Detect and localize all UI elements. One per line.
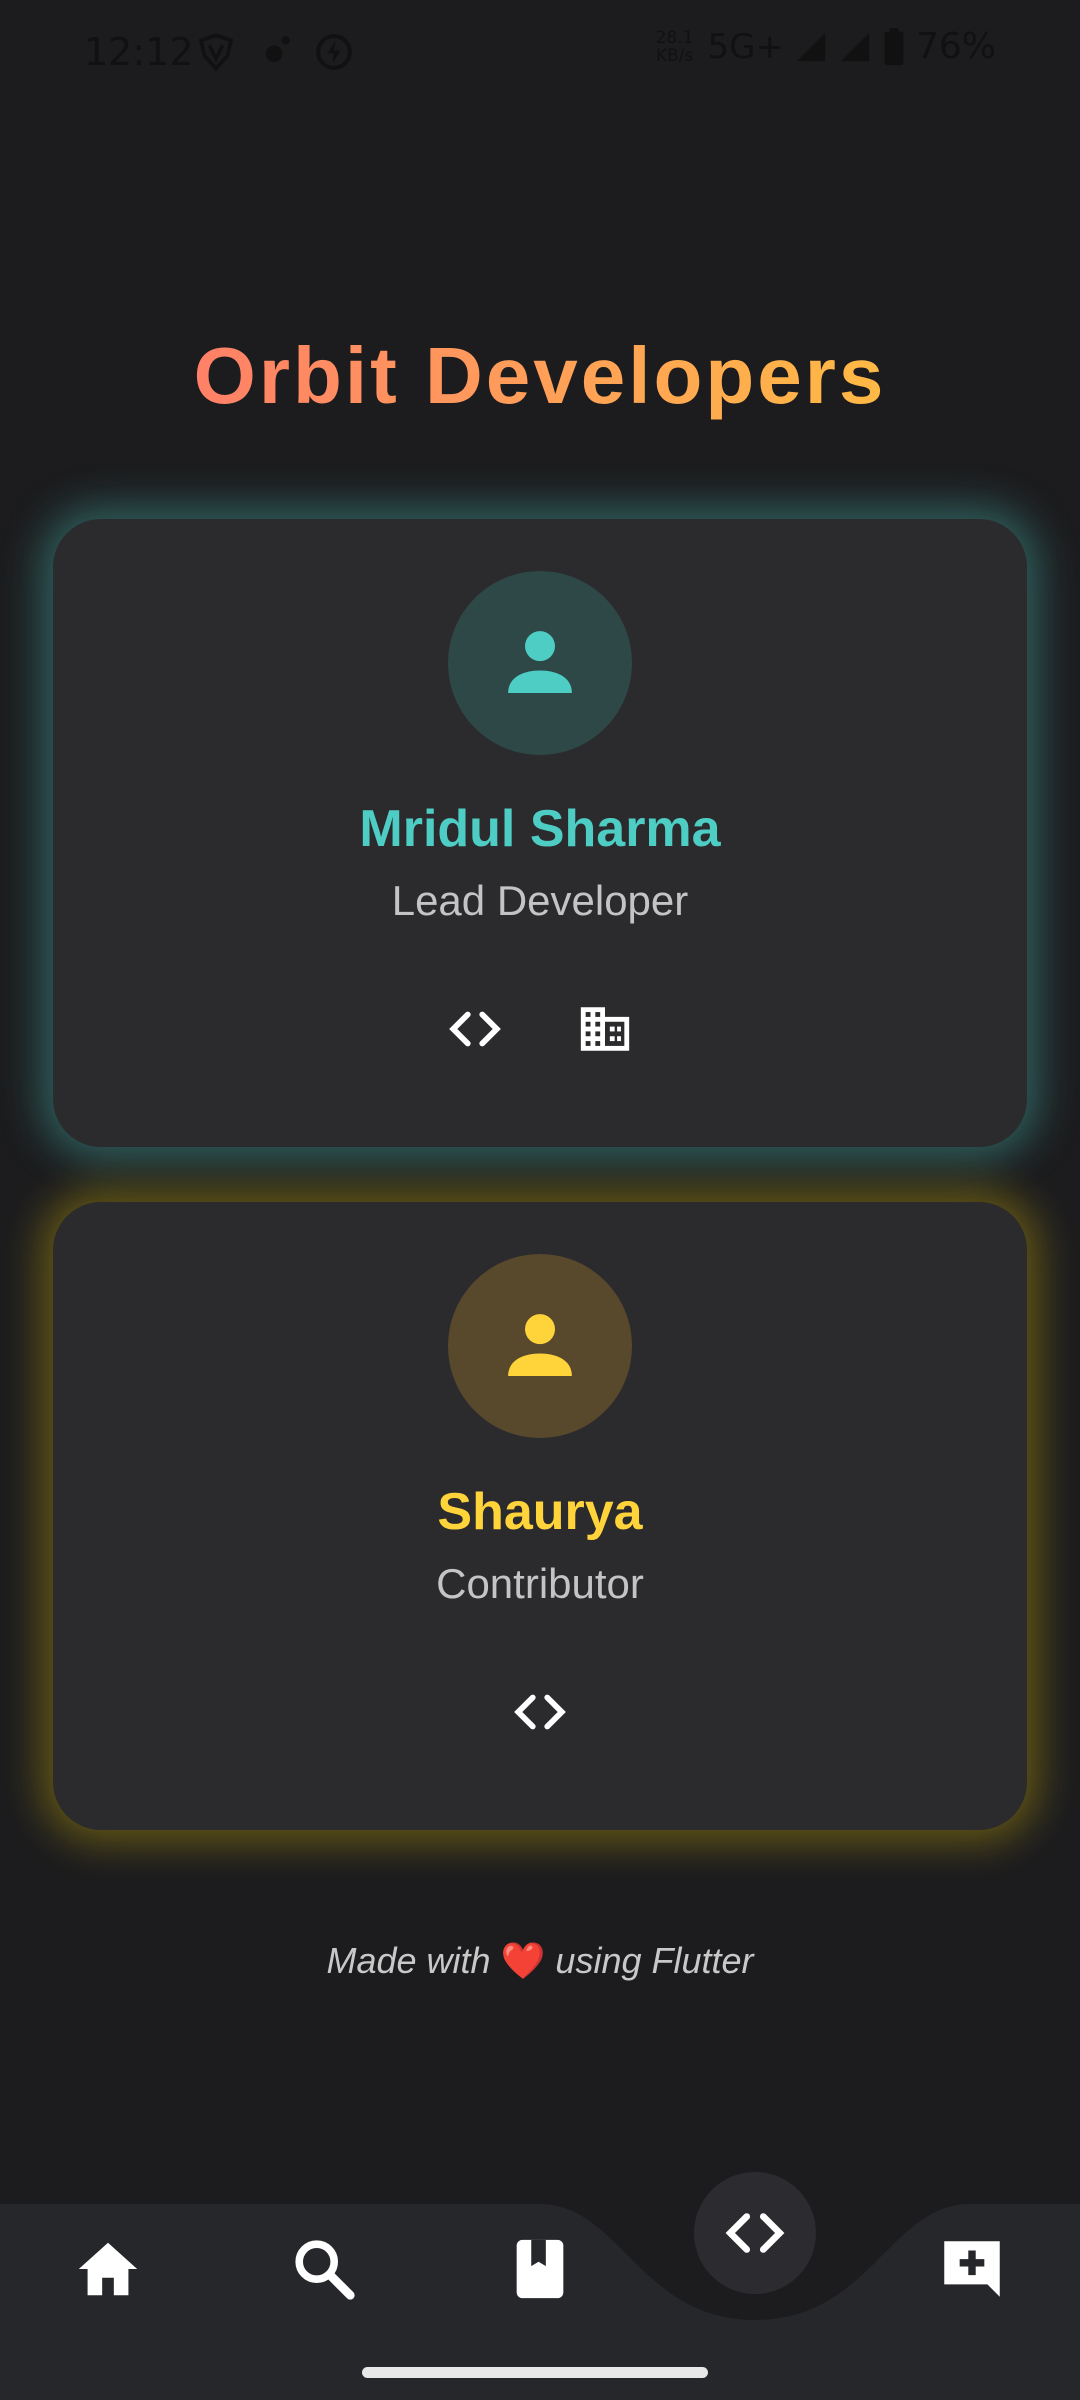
settings-dots-icon xyxy=(265,36,290,62)
card-actions xyxy=(53,999,1027,1059)
net-speed: 28.1 KB/s xyxy=(652,29,698,65)
code-icon[interactable] xyxy=(445,999,505,1059)
avatar xyxy=(448,571,632,755)
developer-name: Shaurya xyxy=(437,1483,643,1541)
building-icon[interactable] xyxy=(575,999,635,1059)
signal-icon-2 xyxy=(840,32,870,61)
network-type: 5G+ xyxy=(707,26,784,67)
status-time: 12:12 xyxy=(84,30,194,74)
developer-role: Contributor xyxy=(436,1560,644,1607)
net-speed-value: 28.1 xyxy=(655,27,694,48)
battery-percent: 76% xyxy=(915,26,996,67)
vpn-shield-icon xyxy=(198,33,234,72)
developer-name: Mridul Sharma xyxy=(359,800,721,858)
footer-suffix: using Flutter xyxy=(555,1940,754,1981)
developer-role: Lead Developer xyxy=(391,877,689,924)
nav-library[interactable] xyxy=(490,2219,590,2319)
footer-prefix: Made with xyxy=(326,1940,491,1981)
card-actions xyxy=(53,1682,1027,1742)
net-speed-unit: KB/s xyxy=(655,45,694,66)
footer-credit: Made with ❤️ using Flutter xyxy=(0,1940,1080,1982)
status-right: 28.1 KB/s 5G+ 76% xyxy=(652,26,996,67)
search-icon xyxy=(295,2240,355,2300)
avatar xyxy=(448,1254,632,1438)
person-icon xyxy=(508,631,572,693)
code-icon xyxy=(725,2213,785,2253)
data-saver-icon xyxy=(316,34,352,70)
home-indicator[interactable] xyxy=(362,2367,708,2378)
nav-home[interactable] xyxy=(58,2219,158,2319)
book-icon xyxy=(516,2239,564,2299)
developer-card: Shaurya Contributor xyxy=(53,1202,1027,1830)
battery-icon xyxy=(884,27,904,65)
person-icon xyxy=(508,1314,572,1376)
status-bar: 12:12 28.1 KB/s 5G+ 76% xyxy=(0,0,1080,104)
page-title: Orbit Developers xyxy=(0,330,1080,422)
nav-search[interactable] xyxy=(274,2219,374,2319)
nav-add-comment[interactable] xyxy=(922,2219,1022,2319)
nav-developers[interactable] xyxy=(694,2172,816,2294)
developer-card: Mridul Sharma Lead Developer xyxy=(53,519,1027,1147)
heart-icon: ❤️ xyxy=(500,1940,546,1981)
code-icon[interactable] xyxy=(510,1682,570,1742)
add-comment-icon xyxy=(944,2241,1000,2297)
home-icon xyxy=(78,2242,138,2296)
signal-icon xyxy=(796,32,826,61)
